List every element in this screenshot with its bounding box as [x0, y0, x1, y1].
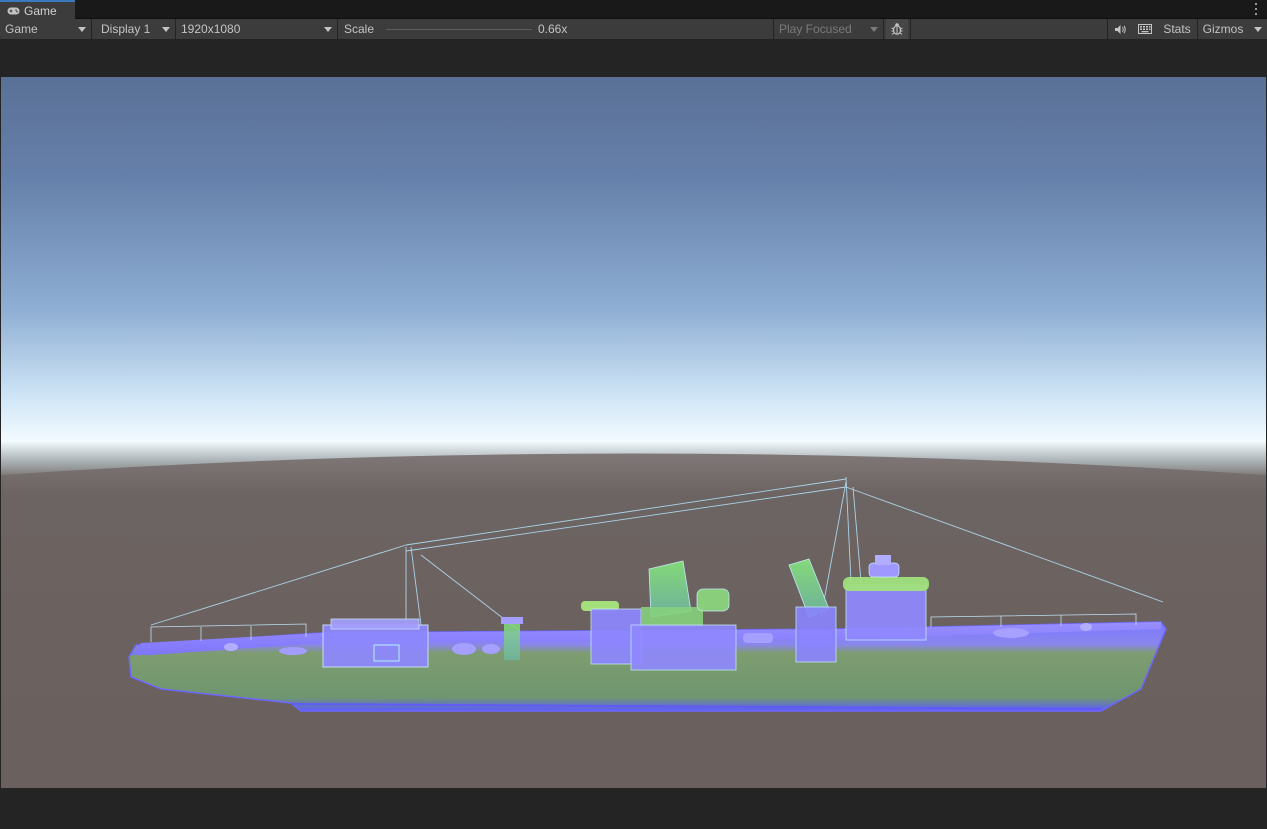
scale-slider-track[interactable]	[383, 29, 532, 30]
more-options-icon[interactable]	[1254, 3, 1258, 15]
display-dropdown[interactable]: Display 1	[96, 19, 176, 39]
debug-button[interactable]	[886, 19, 908, 39]
tab-game[interactable]: Game	[0, 0, 75, 19]
chevron-down-icon	[870, 27, 878, 32]
tab-title: Game	[24, 3, 57, 18]
scale-label: Scale	[344, 22, 375, 36]
game-toolbar: Game Display 1 1920x1080 Scale 0.66x Pla…	[0, 19, 1267, 40]
keyboard-icon	[1138, 24, 1152, 34]
chevron-down-icon	[162, 27, 170, 32]
rendered-scene	[1, 77, 1266, 788]
resolution-label: 1920x1080	[181, 22, 241, 36]
stats-button[interactable]: Stats	[1158, 19, 1196, 39]
scale-slider-handle[interactable]	[380, 25, 386, 34]
ship-superstructure-aft	[845, 584, 927, 641]
scale-value: 0.66x	[538, 22, 568, 36]
view-mode-label: Game	[5, 22, 38, 36]
skybox	[1, 77, 1266, 477]
chevron-down-icon	[78, 27, 86, 32]
bug-icon	[891, 23, 903, 35]
play-mode-dropdown[interactable]: Play Focused	[774, 19, 884, 39]
chevron-down-icon	[324, 27, 332, 32]
gizmos-dropdown[interactable]	[1248, 19, 1267, 39]
tab-bar: Game	[0, 0, 1267, 19]
game-viewport[interactable]	[1, 77, 1266, 788]
display-label: Display 1	[101, 22, 151, 36]
speaker-icon	[1114, 24, 1126, 34]
gizmos-button[interactable]: Gizmos	[1198, 19, 1248, 39]
gamepad-icon	[7, 7, 20, 14]
view-mode-dropdown[interactable]: Game	[0, 19, 92, 39]
play-mode-label: Play Focused	[779, 22, 852, 36]
mute-audio-button[interactable]	[1108, 19, 1132, 39]
resolution-dropdown[interactable]: 1920x1080	[176, 19, 338, 39]
keyboard-shortcuts-button[interactable]	[1133, 19, 1157, 39]
dropdown-arrow-icon	[1254, 27, 1262, 32]
